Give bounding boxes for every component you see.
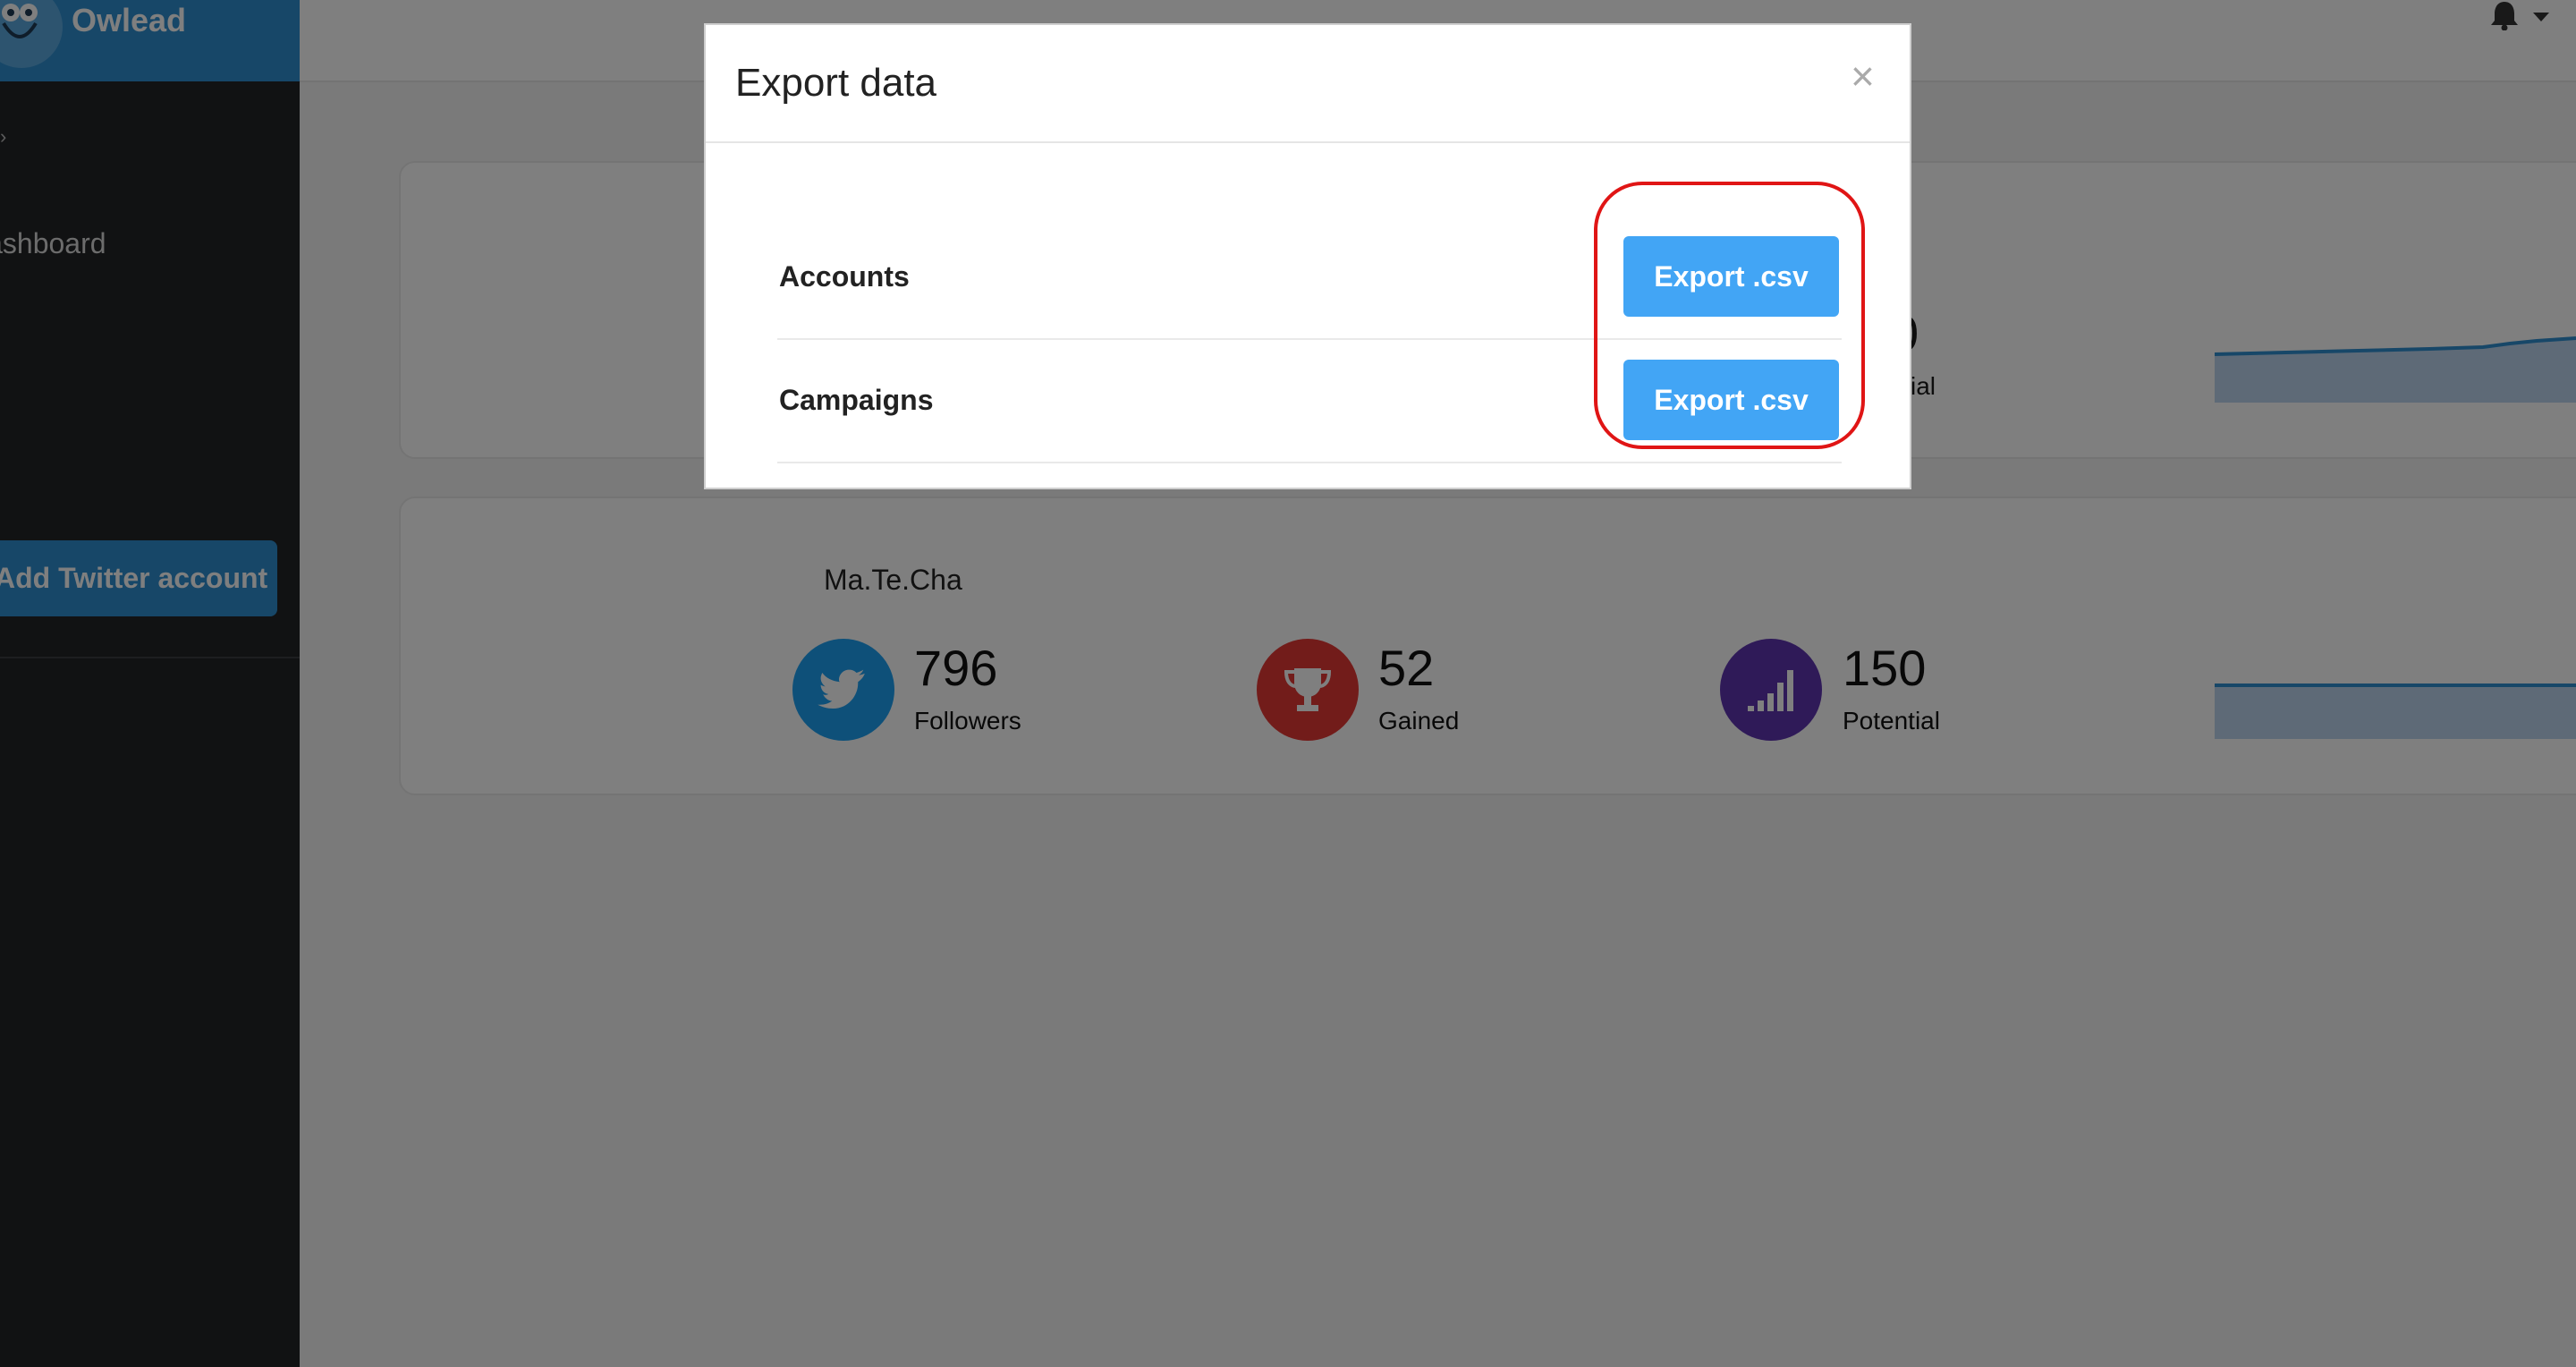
export-campaigns-csv-button[interactable]: Export .csv	[1623, 360, 1839, 440]
export-row-label: Accounts	[779, 260, 910, 293]
close-icon[interactable]: ×	[1851, 52, 1875, 100]
export-row-accounts: Accounts Export .csv	[777, 217, 1842, 340]
export-row-campaigns: Campaigns Export .csv	[777, 340, 1842, 463]
modal-header: Export data ×	[706, 25, 1910, 143]
export-accounts-csv-button[interactable]: Export .csv	[1623, 236, 1839, 317]
export-row-label: Campaigns	[779, 384, 934, 416]
export-data-modal: Export data × Accounts Export .csv Campa…	[704, 23, 1911, 489]
modal-title: Export data	[735, 61, 937, 105]
